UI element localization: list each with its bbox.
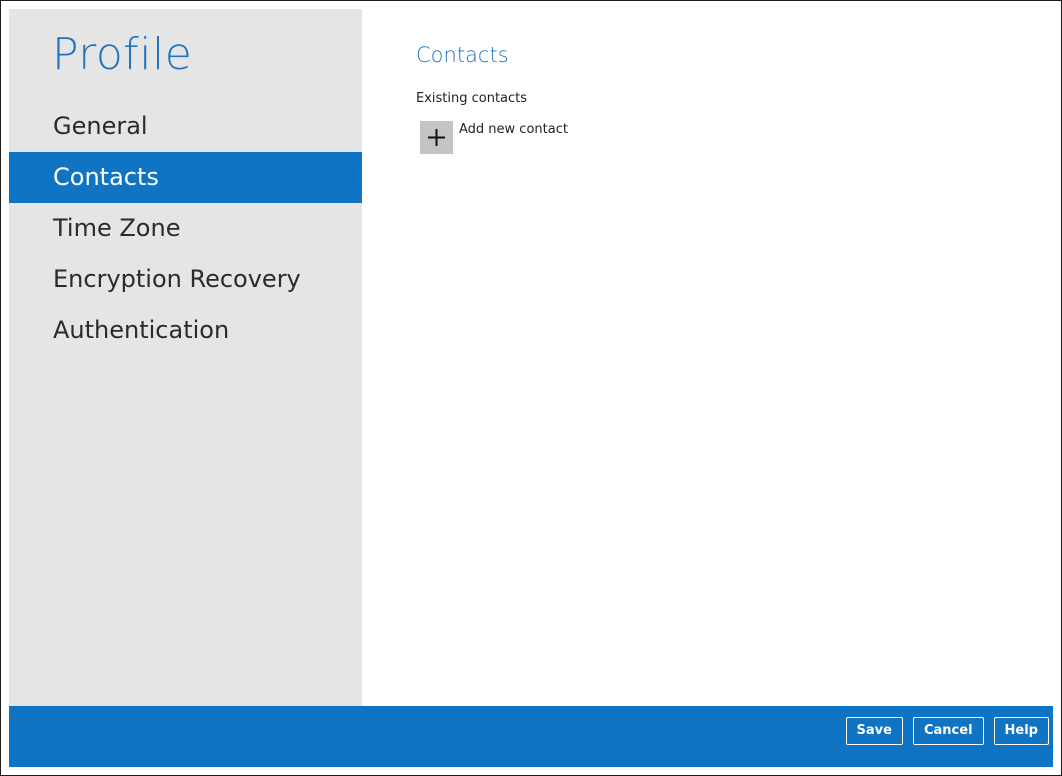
footer-buttons: Save Cancel Help	[845, 717, 1049, 745]
section-title: Contacts	[416, 43, 509, 67]
sidebar-item-encryption-recovery[interactable]: Encryption Recovery	[9, 254, 362, 305]
sidebar-item-authentication[interactable]: Authentication	[9, 305, 362, 356]
profile-window: Profile General Contacts Time Zone Encry…	[0, 0, 1062, 776]
sidebar-item-contacts[interactable]: Contacts	[9, 152, 362, 203]
help-button[interactable]: Help	[993, 717, 1049, 745]
add-new-contact-label[interactable]: Add new contact	[459, 122, 568, 137]
plus-icon	[428, 129, 445, 146]
add-contact-button[interactable]	[420, 121, 453, 154]
add-new-contact-row[interactable]: Add new contact	[420, 121, 568, 154]
sidebar-item-time-zone[interactable]: Time Zone	[9, 203, 362, 254]
sidebar-title: Profile	[52, 29, 193, 80]
main-panel: Contacts Existing contacts Add new conta…	[362, 9, 1052, 706]
sidebar-nav: General Contacts Time Zone Encryption Re…	[9, 101, 362, 356]
sidebar-item-general[interactable]: General	[9, 101, 362, 152]
save-button[interactable]: Save	[845, 717, 903, 745]
footer-bar: Save Cancel Help	[9, 706, 1053, 767]
existing-contacts-heading: Existing contacts	[416, 91, 528, 106]
cancel-button[interactable]: Cancel	[912, 717, 984, 745]
sidebar: Profile General Contacts Time Zone Encry…	[9, 9, 362, 706]
